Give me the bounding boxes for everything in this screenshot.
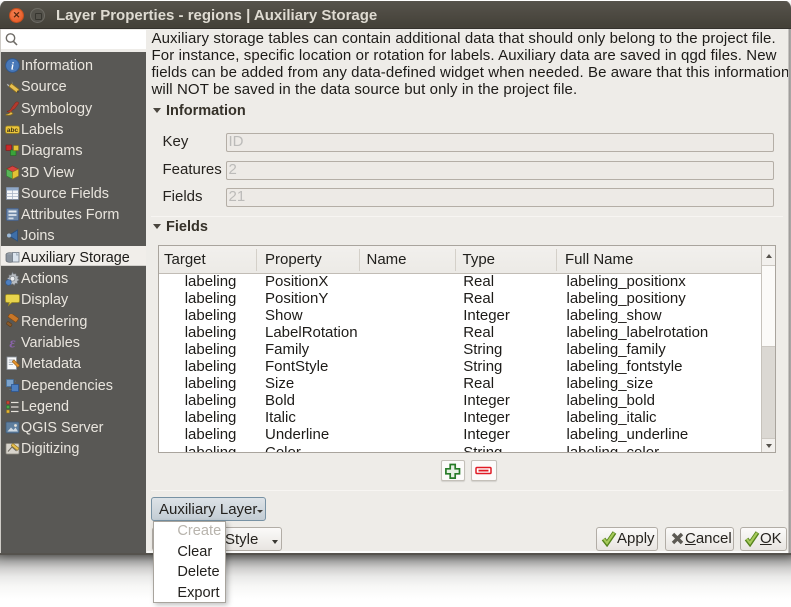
svg-text:abc: abc xyxy=(6,127,18,134)
svg-text:i: i xyxy=(11,61,14,72)
svg-text:ε: ε xyxy=(9,335,16,350)
